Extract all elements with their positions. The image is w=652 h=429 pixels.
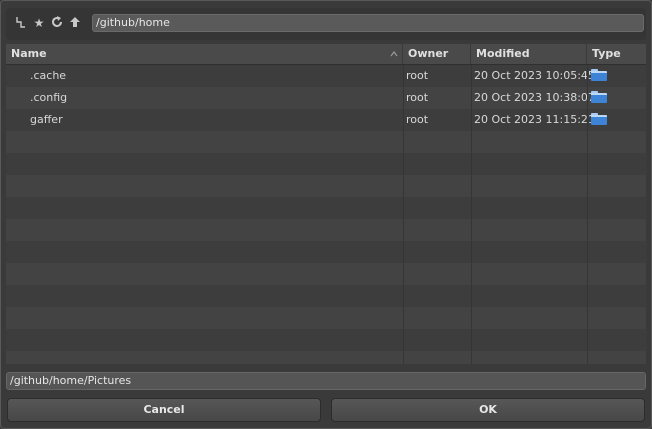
cell-name: .cache bbox=[30, 69, 67, 82]
cell-name: .config bbox=[30, 91, 68, 104]
bookmark-star-icon[interactable]: ★ bbox=[32, 16, 46, 30]
column-label-name: Name bbox=[11, 47, 47, 60]
cell-type bbox=[586, 87, 607, 109]
cell-owner: root bbox=[406, 69, 429, 82]
empty-row bbox=[6, 197, 646, 219]
cell-owner: root bbox=[406, 113, 429, 126]
column-header-name[interactable]: Name bbox=[6, 44, 403, 64]
cell-modified: 20 Oct 2023 10:38:07 bbox=[474, 91, 595, 104]
empty-row bbox=[6, 131, 646, 153]
path-input[interactable] bbox=[92, 14, 644, 32]
column-header-type[interactable]: Type bbox=[587, 44, 646, 64]
empty-row bbox=[6, 219, 646, 241]
cell-name: gaffer bbox=[30, 113, 63, 126]
empty-row bbox=[6, 351, 646, 364]
empty-row bbox=[6, 307, 646, 329]
column-label-type: Type bbox=[592, 47, 621, 60]
cell-type bbox=[586, 109, 607, 131]
empty-row bbox=[6, 285, 646, 307]
table-body: .cache root 20 Oct 2023 10:05:45 .config… bbox=[6, 65, 646, 364]
cell-owner: root bbox=[406, 91, 429, 104]
table-row[interactable]: gaffer root 20 Oct 2023 11:15:21 bbox=[6, 109, 646, 131]
table-row[interactable]: .cache root 20 Oct 2023 10:05:45 bbox=[6, 65, 646, 87]
refresh-icon[interactable] bbox=[50, 16, 64, 30]
column-divider bbox=[403, 65, 404, 364]
column-header-owner[interactable]: Owner bbox=[403, 44, 471, 64]
empty-row bbox=[6, 329, 646, 351]
empty-row bbox=[6, 263, 646, 285]
up-arrow-icon[interactable] bbox=[68, 16, 82, 30]
column-label-owner: Owner bbox=[408, 47, 449, 60]
cancel-button[interactable]: Cancel bbox=[7, 398, 321, 422]
empty-row bbox=[6, 241, 646, 263]
column-header-modified[interactable]: Modified bbox=[471, 44, 587, 64]
column-divider bbox=[587, 65, 588, 364]
path-toolbar: ★ bbox=[6, 8, 646, 40]
file-list-table[interactable]: Name Owner Modified Type .cache root 20 … bbox=[6, 44, 646, 364]
filename-input[interactable] bbox=[6, 372, 646, 390]
cell-modified: 20 Oct 2023 11:15:21 bbox=[474, 113, 595, 126]
empty-row bbox=[6, 175, 646, 197]
path-segment-icon[interactable] bbox=[14, 16, 28, 30]
column-divider bbox=[471, 65, 472, 364]
folder-icon bbox=[591, 113, 607, 125]
cell-modified: 20 Oct 2023 10:05:45 bbox=[474, 69, 595, 82]
empty-row bbox=[6, 153, 646, 175]
column-label-modified: Modified bbox=[476, 47, 530, 60]
table-header: Name Owner Modified Type bbox=[6, 44, 646, 65]
folder-icon bbox=[591, 69, 607, 81]
table-row[interactable]: .config root 20 Oct 2023 10:38:07 bbox=[6, 87, 646, 109]
folder-icon bbox=[591, 91, 607, 103]
ok-button[interactable]: OK bbox=[331, 398, 645, 422]
cell-type bbox=[586, 65, 607, 87]
